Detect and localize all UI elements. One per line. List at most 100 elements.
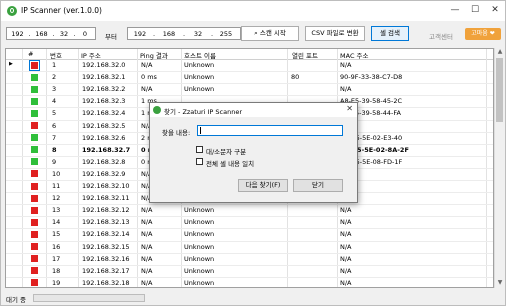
cell-mac: 90-9F-33-38-C7-D8: [340, 73, 403, 82]
cell-ip: 192.168.32.16: [82, 254, 130, 263]
app-logo-icon: [7, 6, 17, 16]
cell-number: 10: [52, 169, 61, 178]
table-row[interactable]: 15 192.168.32.14 N/A Unknown N/A: [6, 229, 493, 239]
start-ip-octet-3[interactable]: 32: [55, 30, 73, 38]
cell-ip: 192.168.32.2: [82, 85, 126, 94]
match-whole-cell-checkbox[interactable]: [196, 158, 203, 165]
table-row[interactable]: 19 192.168.32.18 N/A Unknown N/A: [6, 278, 493, 287]
match-case-label[interactable]: 대/소문자 구분: [206, 146, 246, 156]
scroll-thumb[interactable]: [496, 58, 503, 122]
col-header-port[interactable]: 열린 포트: [292, 50, 318, 60]
cell-number: 7: [52, 133, 57, 142]
status-indicator: [31, 267, 38, 275]
minimize-button[interactable]: —: [447, 3, 463, 18]
dialog-title: 찾기 - Zzaturi IP Scanner: [164, 108, 242, 116]
status-indicator: [31, 134, 38, 142]
cell-search-button[interactable]: 셀 검색: [371, 26, 409, 41]
dialog-close-button[interactable]: 닫기: [293, 179, 343, 192]
cell-ping: N/A: [141, 206, 153, 215]
cell-number: 13: [52, 206, 61, 215]
start-ip-octet-2[interactable]: 168: [31, 30, 52, 38]
cell-host: Unknown: [184, 206, 215, 215]
status-indicator: [31, 206, 38, 214]
cell-mac: N/A: [340, 230, 352, 239]
scroll-down-icon[interactable]: ▼: [495, 279, 505, 288]
cell-ping: N/A: [141, 61, 153, 69]
cell-mac: N/A: [340, 61, 352, 69]
donate-button[interactable]: 고마움 ❤: [465, 28, 501, 40]
cell-ping: N/A: [141, 266, 153, 275]
cell-ping: N/A: [141, 85, 153, 94]
cell-ip: 192.168.32.6: [82, 133, 126, 142]
vertical-scrollbar[interactable]: ▲ ▼: [494, 48, 504, 288]
match-case-checkbox[interactable]: [196, 146, 203, 153]
col-header-ip[interactable]: IP 주소: [81, 50, 101, 60]
support-link[interactable]: 고객센터: [429, 31, 453, 41]
csv-export-button[interactable]: CSV 파일로 변환: [305, 26, 365, 41]
cell-ip: 192.168.32.15: [82, 242, 130, 251]
dialog-close-icon[interactable]: ✕: [346, 104, 353, 113]
col-header-mac[interactable]: MAC 주소: [340, 50, 369, 60]
end-ip-octet-1[interactable]: 192: [128, 30, 152, 38]
cell-host: Unknown: [184, 85, 215, 94]
scan-start-button[interactable]: ⌕ 스캔 시작: [241, 26, 299, 41]
scroll-up-icon[interactable]: ▲: [495, 48, 505, 57]
status-text: 대기 중: [6, 296, 27, 304]
maximize-button[interactable]: ☐: [467, 3, 483, 18]
table-row[interactable]: 18 192.168.32.17 N/A Unknown N/A: [6, 266, 493, 276]
status-indicator: [31, 255, 38, 263]
start-ip-input[interactable]: 192. 168. 32. 0: [6, 27, 96, 40]
table-row[interactable]: 3 192.168.32.2 N/A Unknown N/A: [6, 84, 493, 94]
col-header-number[interactable]: 번호: [50, 50, 62, 60]
cell-number: 14: [52, 218, 61, 227]
table-row[interactable]: 2 192.168.32.1 0 ms Unknown 80 90-9F-33-38-C7…: [6, 72, 493, 82]
cell-port: 80: [291, 73, 300, 82]
window-title: IP Scanner (ver.1.0.0): [21, 6, 102, 15]
app-logo-icon: [153, 106, 161, 114]
table-row[interactable]: ▶ 1 192.168.32.0 N/A Unknown N/A: [6, 59, 493, 71]
find-next-button[interactable]: 다음 찾기(F): [238, 179, 288, 192]
cell-number: 18: [52, 266, 61, 275]
cell-number: 4: [52, 97, 57, 106]
cell-mac: N/A: [340, 266, 352, 275]
cell-ping: N/A: [141, 230, 153, 239]
col-header-status[interactable]: #: [28, 50, 33, 58]
cell-number: 15: [52, 230, 61, 239]
find-label: 찾을 내용:: [162, 129, 191, 137]
end-ip-input[interactable]: 192. 168. 32. 255: [127, 27, 241, 40]
cell-number: 6: [52, 121, 57, 130]
col-header-ping[interactable]: Ping 결과: [140, 50, 168, 60]
col-header-host[interactable]: 호스트 이름: [184, 50, 216, 60]
status-indicator: [31, 146, 38, 154]
cell-ping: 0 ms: [141, 73, 157, 82]
status-indicator: [31, 230, 38, 238]
status-indicator: [31, 243, 38, 250]
cell-host: Unknown: [184, 61, 215, 69]
table-row[interactable]: 16 192.168.32.15 N/A Unknown N/A: [6, 242, 493, 252]
end-ip-octet-3[interactable]: 32: [186, 30, 210, 38]
table-row[interactable]: 13 192.168.32.12 N/A Unknown N/A: [6, 205, 493, 215]
find-input[interactable]: [197, 125, 343, 136]
status-indicator: [31, 109, 38, 117]
table-row[interactable]: 17 192.168.32.16 N/A Unknown N/A: [6, 254, 493, 264]
cell-number: 3: [52, 85, 57, 94]
status-indicator: [31, 97, 38, 105]
end-ip-octet-4[interactable]: 255: [214, 30, 238, 38]
cell-host: Unknown: [184, 242, 215, 251]
cell-host: Unknown: [184, 230, 215, 239]
end-ip-octet-2[interactable]: 168: [156, 30, 182, 38]
close-button[interactable]: ✕: [487, 3, 503, 18]
status-indicator: [31, 73, 38, 81]
start-ip-octet-1[interactable]: 192: [7, 30, 28, 38]
cell-number: 11: [52, 182, 61, 190]
cell-ip: 192.168.32.7: [82, 145, 131, 154]
cell-host: Unknown: [184, 254, 215, 263]
cell-number: 17: [52, 254, 61, 263]
app-window: IP Scanner (ver.1.0.0) — ☐ ✕ 192. 168. 3…: [0, 0, 506, 306]
cell-number: 9: [52, 157, 57, 166]
start-ip-octet-4[interactable]: 0: [76, 30, 94, 38]
table-header: # 번호 IP 주소 Ping 결과 호스트 이름 열린 포트 MAC 주소: [6, 49, 493, 60]
table-row[interactable]: 14 192.168.32.13 N/A Unknown N/A: [6, 217, 493, 227]
status-indicator: [31, 122, 38, 129]
match-whole-cell-label[interactable]: 전체 셀 내용 일치: [206, 158, 254, 168]
